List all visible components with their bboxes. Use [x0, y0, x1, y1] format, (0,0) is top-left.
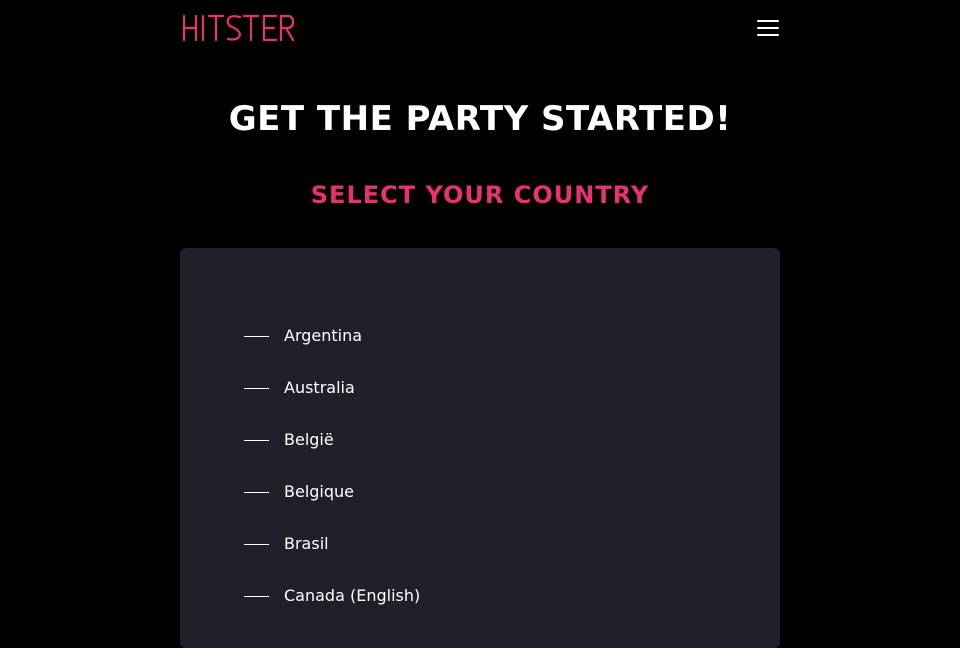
country-label: Belgique — [284, 482, 355, 501]
menu-bar — [757, 34, 779, 36]
country-label: Brasil — [284, 534, 329, 553]
page-title: GET THE PARTY STARTED! — [228, 99, 732, 139]
country-item-belgie[interactable]: België — [244, 414, 420, 466]
country-item-belgique[interactable]: Belgique — [244, 466, 420, 518]
country-item-argentina[interactable]: Argentina — [244, 310, 420, 362]
country-item-brasil[interactable]: Brasil — [244, 518, 420, 570]
dash-icon — [244, 387, 269, 389]
country-label: België — [284, 430, 334, 449]
dash-icon — [244, 595, 269, 597]
dash-icon — [244, 543, 269, 545]
section-subtitle: SELECT YOUR COUNTRY — [310, 181, 650, 209]
dash-icon — [244, 491, 269, 493]
hamburger-menu-icon[interactable] — [752, 14, 784, 42]
country-select-panel: Argentina Australia België Belgique Bras… — [180, 248, 780, 648]
menu-bar — [757, 27, 779, 29]
country-label: Australia — [284, 378, 355, 397]
country-label: Canada (English) — [284, 586, 421, 605]
dash-icon — [244, 439, 269, 441]
menu-bar — [757, 20, 779, 22]
hitster-logo-mark — [182, 14, 294, 42]
dash-icon — [244, 335, 269, 337]
country-label: Argentina — [284, 326, 363, 345]
site-header — [0, 0, 960, 56]
country-list: Argentina Australia België Belgique Bras… — [244, 310, 420, 622]
country-item-canada-english[interactable]: Canada (English) — [244, 570, 420, 622]
country-item-australia[interactable]: Australia — [244, 362, 420, 414]
hitster-logo[interactable] — [182, 12, 294, 44]
